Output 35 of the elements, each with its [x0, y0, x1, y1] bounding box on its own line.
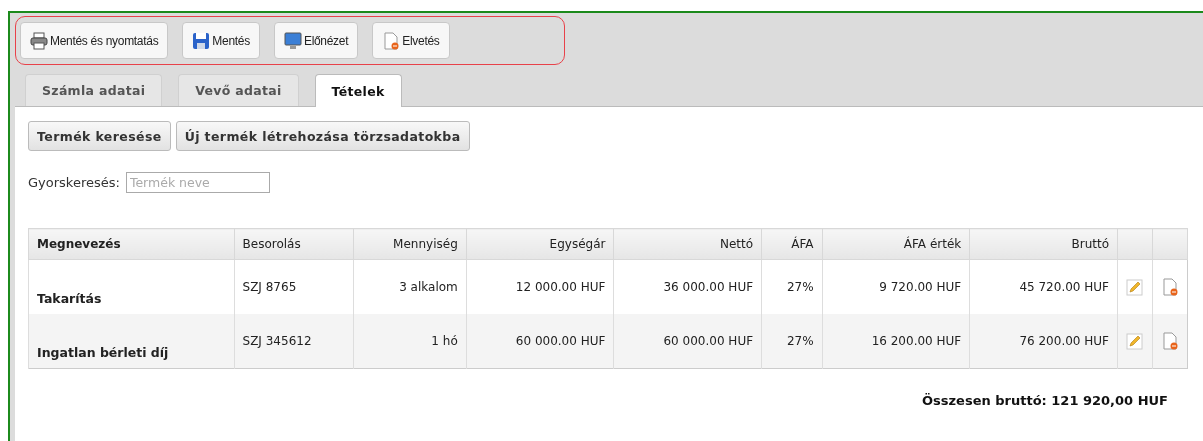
column-header: ÁFA érték — [822, 228, 970, 260]
tab[interactable]: Számla adatai — [25, 74, 163, 106]
table-cell: 60 000.00 HUF — [466, 314, 614, 369]
toolbar-button[interactable]: Elvetés — [372, 22, 450, 59]
table-cell: Ingatlan bérleti díj — [28, 314, 235, 369]
column-header: Mennyiség — [353, 228, 467, 260]
column-header: Megnevezés — [28, 228, 235, 260]
table-cell: 76 200.00 HUF — [969, 314, 1118, 369]
quick-search-field[interactable]: Termék neve — [125, 172, 270, 193]
table-cell: 27% — [761, 314, 823, 369]
column-header: ÁFA — [761, 228, 823, 260]
toolbar-button[interactable]: Mentés — [182, 22, 260, 59]
total-gross: Összesen bruttó: 121 920,00 HUF — [922, 393, 1168, 408]
quick-search-label: Gyorskeresés: — [28, 175, 120, 190]
monitor-icon — [283, 31, 302, 50]
column-header: Egységár — [466, 228, 614, 260]
pencil-icon[interactable] — [1126, 332, 1144, 350]
toolbar-button[interactable]: Mentés és nyomtatás — [20, 22, 169, 59]
document-remove-icon — [382, 31, 401, 50]
table-cell: SZJ 345612 — [234, 314, 354, 369]
tab[interactable]: Vevő adatai — [178, 74, 299, 106]
document-remove-icon[interactable] — [1161, 278, 1179, 296]
document-remove-icon[interactable] — [1161, 332, 1179, 350]
action-button[interactable]: Termék keresése — [28, 121, 171, 151]
toolbar-button[interactable]: Előnézet — [273, 22, 359, 59]
column-header: Besorolás — [234, 228, 354, 260]
column-header: Nettó — [613, 228, 762, 260]
table-cell: 1 hó — [353, 314, 467, 369]
printer-icon — [30, 31, 48, 50]
column-header: Bruttó — [969, 228, 1118, 260]
pencil-icon[interactable] — [1126, 278, 1144, 296]
tab[interactable]: Tételek — [314, 74, 402, 107]
table-cell: 60 000.00 HUF — [613, 314, 762, 369]
table-cell: 16 200.00 HUF — [822, 314, 970, 369]
action-button[interactable]: Új termék létrehozása törzsadatokba — [175, 121, 470, 151]
